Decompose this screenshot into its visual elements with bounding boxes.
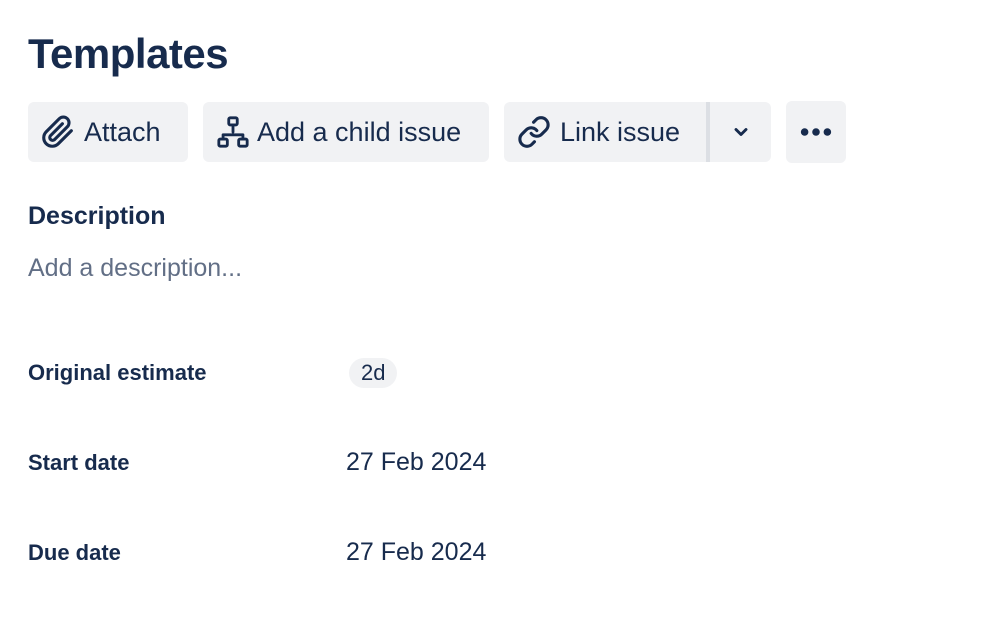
description-heading: Description bbox=[28, 202, 166, 230]
attach-button-label: Attach bbox=[84, 116, 161, 147]
link-icon bbox=[516, 114, 552, 150]
add-child-issue-button[interactable]: Add a child issue bbox=[203, 102, 489, 162]
start-date-label: Start date bbox=[28, 450, 130, 475]
issue-action-toolbar: Attach Add a child issue Link issue bbox=[28, 101, 846, 163]
link-issue-label: Link issue bbox=[560, 116, 681, 147]
original-estimate-value[interactable]: 2d bbox=[349, 358, 398, 388]
more-actions-button[interactable] bbox=[786, 101, 846, 163]
link-issue-dropdown-button[interactable] bbox=[710, 102, 771, 162]
hierarchy-icon bbox=[215, 114, 251, 150]
due-date-value[interactable]: 27 Feb 2024 bbox=[346, 536, 486, 568]
link-issue-button[interactable]: Link issue bbox=[504, 102, 706, 162]
page-title: Templates bbox=[28, 30, 229, 77]
start-date-value[interactable]: 27 Feb 2024 bbox=[346, 446, 486, 478]
more-horizontal-icon bbox=[798, 114, 834, 150]
due-date-label: Due date bbox=[28, 540, 121, 565]
original-estimate-label: Original estimate bbox=[28, 360, 207, 385]
description-editor[interactable]: Add a description... bbox=[28, 252, 242, 284]
chevron-down-icon bbox=[723, 114, 759, 150]
paperclip-icon bbox=[40, 114, 76, 150]
add-child-issue-label: Add a child issue bbox=[257, 116, 462, 147]
link-issue-split-button: Link issue bbox=[504, 102, 771, 162]
attach-button[interactable]: Attach bbox=[28, 102, 188, 162]
